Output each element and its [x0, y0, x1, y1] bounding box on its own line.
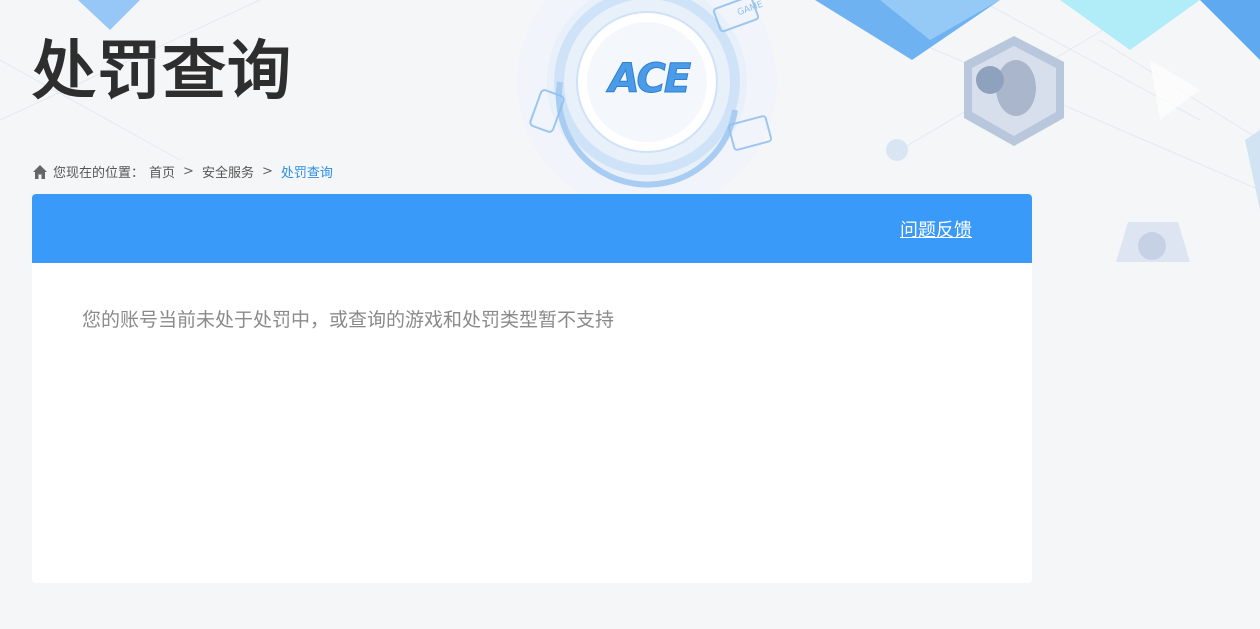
breadcrumb-item-security-services[interactable]: 安全服务 [202, 162, 254, 181]
breadcrumb-separator: > [183, 164, 194, 179]
breadcrumb-item-home[interactable]: 首页 [149, 162, 175, 181]
breadcrumb-prefix: 您现在的位置： [53, 166, 145, 181]
breadcrumb: 您现在的位置： 首页 > 安全服务 > 处罚查询 [32, 162, 333, 181]
home-icon [32, 164, 48, 180]
breadcrumb-current: 处罚查询 [280, 166, 333, 181]
result-panel: 问题反馈 您的账号当前未处于处罚中，或查询的游戏和处罚类型暂不支持 [32, 194, 1032, 583]
page: ACE GAME 处罚查询 您现在的位置： 首页 > 安全服务 > 处罚查询 问… [0, 0, 1260, 629]
character-hexagon-image [964, 36, 1064, 146]
breadcrumb-separator: > [261, 164, 273, 179]
game-badge-label: GAME [736, 0, 765, 19]
character-thumbnail-image [1116, 222, 1190, 262]
ace-logo-text: ACE [608, 56, 691, 103]
page-title: 处罚查询 [32, 35, 292, 109]
feedback-link[interactable]: 问题反馈 [900, 216, 972, 242]
ace-logo-emblem [517, 0, 777, 212]
status-message: 您的账号当前未处于处罚中，或查询的游戏和处罚类型暂不支持 [82, 309, 615, 331]
result-panel-header: 问题反馈 [32, 194, 1032, 263]
result-panel-body: 您的账号当前未处于处罚中，或查询的游戏和处罚类型暂不支持 [32, 263, 1032, 374]
ace-logo: ACE [597, 56, 701, 103]
